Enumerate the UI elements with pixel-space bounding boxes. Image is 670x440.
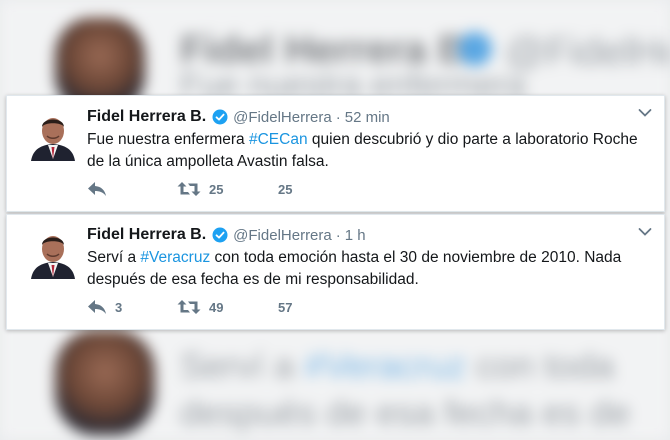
tweet-actions: 25 25 — [87, 181, 329, 197]
header-separator: · — [335, 108, 341, 126]
caret-down-icon[interactable] — [638, 227, 652, 237]
tweet-text-before: Fue nuestra enfermera — [87, 131, 249, 148]
background-line-b-start: Serví a — [180, 345, 295, 386]
like-button[interactable]: 25 — [269, 181, 329, 197]
hashtag-link[interactable]: #Veracruz — [140, 249, 210, 266]
retweet-button[interactable]: 25 — [177, 181, 269, 197]
tweet-card[interactable]: Fidel Herrera B. @FidelHerrera · 1 h Ser… — [6, 214, 665, 330]
background-line-b: Serví a #Veracruz con toda — [180, 345, 614, 387]
background-line-c: después de esa fecha es de — [180, 392, 631, 433]
background-line-b-rest: con toda — [476, 345, 615, 386]
retweet-icon — [177, 182, 201, 196]
reply-button[interactable]: 3 — [87, 299, 177, 315]
retweet-count: 49 — [209, 299, 224, 315]
tweet-header: Fidel Herrera B. @FidelHerrera · 1 h — [87, 226, 628, 244]
tweet-text-before: Serví a — [87, 249, 141, 266]
tweet-timestamp[interactable]: 52 min — [345, 109, 390, 126]
retweet-button[interactable]: 49 — [177, 299, 269, 315]
verified-icon — [212, 109, 228, 125]
reply-button[interactable] — [87, 181, 177, 197]
background-verified-icon — [458, 32, 492, 66]
author-handle[interactable]: @FidelHerrera — [233, 109, 332, 126]
like-icon — [269, 181, 270, 197]
like-button[interactable]: 57 — [269, 299, 329, 315]
background-hashtag: #Veracruz — [304, 345, 467, 386]
tweet-text: Serví a #Veracruz con toda emoción hasta… — [87, 247, 647, 291]
like-count: 25 — [278, 181, 293, 197]
retweet-count: 25 — [209, 181, 224, 197]
tweet-text: Fue nuestra enfermera #CECan quien descu… — [87, 129, 647, 173]
header-separator: · — [335, 226, 341, 244]
avatar[interactable] — [27, 227, 79, 279]
like-count: 57 — [278, 299, 293, 315]
tweet-actions: 3 49 57 — [87, 299, 329, 315]
background-handle: @FidelHerrera — [505, 30, 670, 74]
author-name[interactable]: Fidel Herrera B. — [87, 226, 206, 244]
like-icon — [269, 299, 270, 315]
background-avatar-bottom — [55, 330, 155, 435]
reply-icon — [88, 300, 106, 314]
verified-icon — [212, 227, 228, 243]
tweet-timestamp[interactable]: 1 h — [345, 227, 366, 244]
author-name[interactable]: Fidel Herrera B. — [87, 108, 206, 126]
tweet-card[interactable]: Fidel Herrera B. @FidelHerrera · 52 min … — [6, 95, 665, 212]
reply-count: 3 — [115, 299, 123, 315]
caret-down-icon[interactable] — [638, 108, 652, 118]
avatar-image — [27, 227, 79, 279]
reply-icon — [88, 182, 106, 196]
hashtag-link[interactable]: #CECan — [249, 131, 308, 148]
retweet-icon — [177, 300, 201, 314]
avatar-image — [27, 109, 79, 161]
tweet-header: Fidel Herrera B. @FidelHerrera · 52 min — [87, 108, 628, 126]
avatar[interactable] — [27, 109, 79, 161]
author-handle[interactable]: @FidelHerrera — [233, 227, 332, 244]
